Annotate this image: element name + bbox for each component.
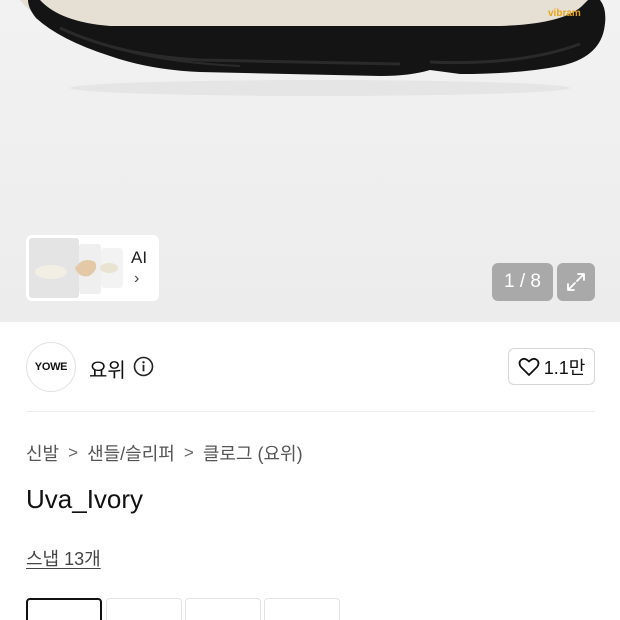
brand-name[interactable]: 요위 (89, 354, 126, 383)
heart-icon (518, 357, 540, 376)
breadcrumb: 신발 > 샌들/슬리퍼 > 클로그 (요위) (26, 440, 303, 466)
info-icon[interactable] (133, 356, 154, 377)
color-option-thumbnail[interactable] (26, 598, 102, 620)
ai-label: AI (131, 248, 148, 267)
color-option-thumbnail[interactable] (185, 598, 261, 620)
breadcrumb-item-subcategory[interactable]: 샌들/슬리퍼 (87, 440, 175, 466)
divider (26, 411, 595, 412)
chevron-right-icon: > (68, 443, 79, 462)
vibram-logo: vibram (548, 8, 581, 19)
image-pager-counter: 1 / 8 (492, 263, 553, 301)
like-count: 1.1만 (543, 357, 586, 378)
brand-logo[interactable]: YOWE (26, 342, 76, 392)
product-image-gallery[interactable]: vibram AI › 1 / 8 (0, 0, 620, 322)
expand-icon (567, 273, 585, 291)
ai-thumbnail (29, 238, 123, 298)
snap-link[interactable]: 스냅 13개 (26, 545, 101, 571)
color-option-thumbnail[interactable] (106, 598, 182, 620)
breadcrumb-item-type[interactable]: 클로그 (요위) (203, 440, 303, 466)
expand-button[interactable] (557, 263, 595, 301)
breadcrumb-item-category[interactable]: 신발 (26, 440, 59, 466)
like-button[interactable]: 1.1만 (508, 348, 595, 385)
chevron-right-icon: > (183, 443, 194, 462)
product-title: Uva_Ivory (26, 484, 144, 514)
chevron-right-icon: › (134, 270, 140, 287)
color-option-thumbnail[interactable] (264, 598, 340, 620)
ai-recommend-card[interactable] (26, 235, 159, 301)
